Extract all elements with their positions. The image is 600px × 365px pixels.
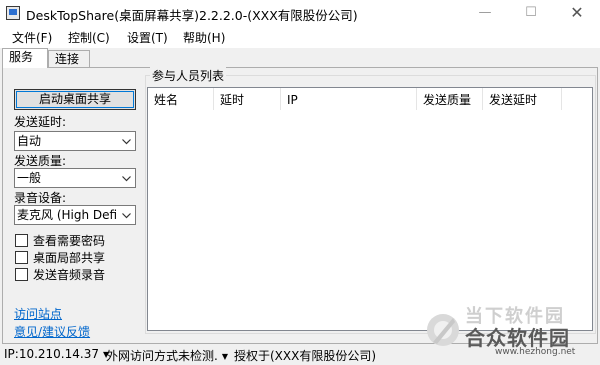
audio-label: 录音设备: [14,191,67,205]
column-delay[interactable]: 延时 [214,88,281,110]
quality-select[interactable]: 一般 [14,168,136,188]
status-ip-text: IP:10.210.14.37 [4,347,99,361]
caret-down-icon: ▼ [221,352,228,361]
status-ip[interactable]: IP:10.210.14.37 ▼ [4,347,109,361]
menu-settings[interactable]: 设置(T) [127,29,168,46]
password-checkbox[interactable]: 查看需要密码 [15,232,105,248]
column-send-delay[interactable]: 发送延时 [483,88,562,110]
checkbox-icon [15,268,28,281]
audio-value: 麦克风 (High Defi [17,208,118,222]
chevron-down-icon [120,132,132,150]
partial-share-checkbox-label: 桌面局部共享 [33,251,106,265]
maximize-button[interactable]: ☐ [508,0,554,26]
menu-control[interactable]: 控制(C) [68,29,110,46]
menu-help[interactable]: 帮助(H) [183,29,225,46]
chevron-down-icon [120,169,132,187]
tab-connect[interactable]: 连接 [48,50,90,67]
status-external-text: 外网访问方式未检测. [106,349,218,363]
app-icon [6,6,20,20]
checkbox-icon [15,234,28,247]
chevron-down-icon [120,206,132,224]
menu-bar: 文件(F) 控制(C) 设置(T) 帮助(H) [0,26,600,48]
partial-share-checkbox[interactable]: 桌面局部共享 [15,249,105,265]
audio-record-checkbox-label: 发送音频录音 [33,268,106,282]
checkbox-icon [15,251,28,264]
status-license: 授权于(XXX有限股份公司) [234,349,377,363]
participants-list[interactable]: 姓名 延时 IP 发送质量 发送延时 [147,87,593,331]
close-button[interactable]: ✕ [554,0,600,26]
feedback-link[interactable]: 意见/建议反馈 [14,323,90,340]
window-title: DeskTopShare(桌面屏幕共享)2.2.2.0-(XXX有限股份公司) [26,8,358,23]
menu-file[interactable]: 文件(F) [12,29,52,46]
start-share-button[interactable]: 启动桌面共享 [14,89,136,110]
watermark: 当下软件园 合众软件园 www.hezhong.net [425,300,600,360]
column-quality[interactable]: 发送质量 [417,88,483,110]
minimize-button[interactable]: — [462,0,508,26]
column-ip[interactable]: IP [281,88,417,110]
title-bar: DeskTopShare(桌面屏幕共享)2.2.2.0-(XXX有限股份公司) … [0,0,600,26]
participants-title: 参与人员列表 [150,67,227,84]
audio-record-checkbox[interactable]: 发送音频录音 [15,266,105,282]
quality-value: 一般 [17,171,42,185]
audio-select[interactable]: 麦克风 (High Defi [14,205,136,225]
watermark-url: www.hezhong.net [495,347,576,357]
password-checkbox-label: 查看需要密码 [33,234,106,248]
tab-service[interactable]: 服务 [2,48,48,68]
delay-select[interactable]: 自动 [14,131,136,151]
visit-site-link[interactable]: 访问站点 [14,305,62,322]
column-name[interactable]: 姓名 [148,88,214,110]
status-external[interactable]: 外网访问方式未检测. ▼ [106,347,228,364]
delay-value: 自动 [17,134,42,148]
delay-label: 发送延时: [14,115,67,129]
quality-label: 发送质量: [14,154,67,168]
